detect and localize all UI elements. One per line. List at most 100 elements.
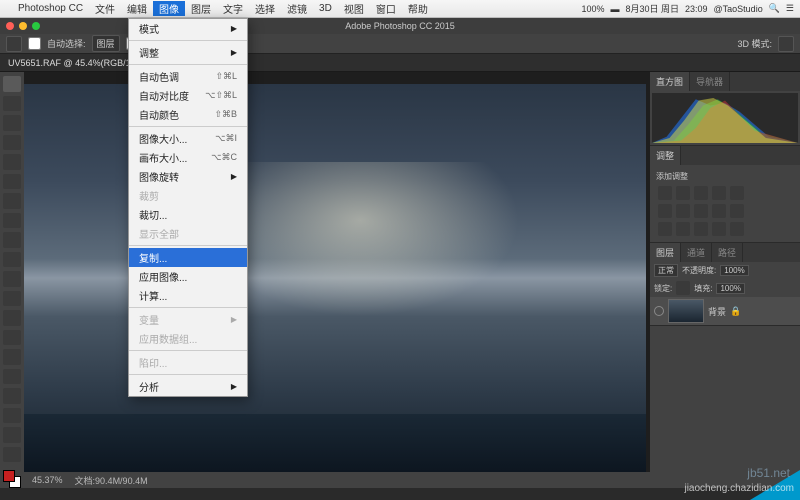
maximize-icon[interactable]	[32, 22, 40, 30]
adj-bw-icon[interactable]	[676, 204, 690, 218]
tab-histogram[interactable]: 直方图	[650, 72, 690, 91]
adj-brightness-icon[interactable]	[658, 186, 672, 200]
menu-item-自动对比度[interactable]: 自动对比度⌥⇧⌘L	[129, 86, 247, 105]
adj-lookup-icon[interactable]	[730, 204, 744, 218]
menu-filter[interactable]: 滤镜	[281, 1, 313, 16]
document-canvas[interactable]	[24, 84, 646, 472]
menu-item-模式[interactable]: 模式▶	[129, 19, 247, 38]
lasso-tool[interactable]	[3, 115, 21, 131]
menu-item-复制...[interactable]: 复制...	[129, 248, 247, 267]
menu-item-应用图像...[interactable]: 应用图像...	[129, 267, 247, 286]
auto-select-label: 自动选择:	[47, 37, 86, 50]
visibility-icon[interactable]	[654, 306, 664, 316]
lock-pixels-icon[interactable]	[676, 281, 690, 295]
menu-image[interactable]: 图像	[153, 1, 185, 16]
tab-paths[interactable]: 路径	[712, 243, 743, 262]
adj-invert-icon[interactable]	[658, 222, 672, 236]
main-area: 45.37% 文档:90.4M/90.4M 直方图 导航器 调整 添加调整	[0, 72, 800, 488]
layer-name[interactable]: 背景	[708, 305, 726, 318]
spotlight-icon[interactable]: 🔍	[769, 3, 780, 14]
menu-select[interactable]: 选择	[249, 1, 281, 16]
tab-navigator[interactable]: 导航器	[690, 72, 730, 91]
app-name[interactable]: Photoshop CC	[12, 3, 89, 14]
tab-layers[interactable]: 图层	[650, 243, 681, 262]
adj-hue-icon[interactable]	[658, 204, 672, 218]
zoom-tool[interactable]	[3, 447, 21, 463]
battery-icon: ▬	[610, 4, 619, 14]
pen-tool[interactable]	[3, 349, 21, 365]
marquee-tool[interactable]	[3, 96, 21, 112]
menu-3d[interactable]: 3D	[313, 3, 338, 14]
menu-item-计算...[interactable]: 计算...	[129, 286, 247, 305]
stamp-tool[interactable]	[3, 232, 21, 248]
menu-layer[interactable]: 图层	[185, 1, 217, 16]
auto-select-dropdown[interactable]: 图层	[92, 35, 120, 52]
menu-item-调整[interactable]: 调整▶	[129, 43, 247, 62]
wand-tool[interactable]	[3, 135, 21, 151]
menu-view[interactable]: 视图	[338, 1, 370, 16]
filesize-value: 90.4M/90.4M	[95, 476, 148, 486]
auto-select-checkbox[interactable]	[28, 37, 41, 50]
adj-photo-filter-icon[interactable]	[694, 204, 708, 218]
healing-tool[interactable]	[3, 193, 21, 209]
histogram-panel: 直方图 导航器	[650, 72, 800, 146]
menu-item-图像旋转[interactable]: 图像旋转▶	[129, 167, 247, 186]
layers-panel: 图层 通道 路径 正常 不透明度: 100% 锁定: 填充: 100% 背景 🔒	[650, 243, 800, 326]
blur-tool[interactable]	[3, 310, 21, 326]
menu-item-图像大小...[interactable]: 图像大小...⌥⌘I	[129, 129, 247, 148]
brush-tool[interactable]	[3, 213, 21, 229]
tab-adjustments[interactable]: 调整	[650, 146, 681, 165]
path-tool[interactable]	[3, 388, 21, 404]
history-brush-tool[interactable]	[3, 252, 21, 268]
home-icon[interactable]	[6, 36, 22, 52]
lock-label: 锁定:	[654, 283, 672, 294]
menu-edit[interactable]: 编辑	[121, 1, 153, 16]
menu-item-显示全部: 显示全部	[129, 224, 247, 243]
adj-vibrance-icon[interactable]	[730, 186, 744, 200]
filesize-label: 文档:	[75, 476, 96, 486]
menu-item-裁切...[interactable]: 裁切...	[129, 205, 247, 224]
adj-threshold-icon[interactable]	[694, 222, 708, 236]
blend-mode-dropdown[interactable]: 正常	[654, 264, 678, 277]
tab-channels[interactable]: 通道	[681, 243, 712, 262]
menu-file[interactable]: 文件	[89, 1, 121, 16]
move-tool[interactable]	[3, 76, 21, 92]
layer-row[interactable]: 背景 🔒	[650, 297, 800, 325]
eyedropper-tool[interactable]	[3, 174, 21, 190]
document-tab[interactable]: UV5651.RAF @ 45.4%(RGB/16*)	[0, 54, 800, 72]
shape-tool[interactable]	[3, 408, 21, 424]
status-bar: 45.37% 文档:90.4M/90.4M	[24, 472, 650, 488]
adj-poster-icon[interactable]	[676, 222, 690, 236]
menu-help[interactable]: 帮助	[402, 1, 434, 16]
adj-selective-icon[interactable]	[730, 222, 744, 236]
dodge-tool[interactable]	[3, 330, 21, 346]
menu-item-自动色调[interactable]: 自动色调⇧⌘L	[129, 67, 247, 86]
layer-thumbnail[interactable]	[668, 299, 704, 323]
hand-tool[interactable]	[3, 427, 21, 443]
color-swatch[interactable]	[3, 470, 21, 488]
minimize-icon[interactable]	[19, 22, 27, 30]
opacity-input[interactable]: 100%	[720, 265, 748, 276]
gradient-tool[interactable]	[3, 291, 21, 307]
watermark-url2: jiaocheng.chazidian.com	[684, 483, 794, 494]
adj-exposure-icon[interactable]	[712, 186, 726, 200]
eraser-tool[interactable]	[3, 271, 21, 287]
adj-curves-icon[interactable]	[694, 186, 708, 200]
menu-type[interactable]: 文字	[217, 1, 249, 16]
mode3d-icon[interactable]	[778, 36, 794, 52]
menu-item-分析[interactable]: 分析▶	[129, 377, 247, 396]
adj-levels-icon[interactable]	[676, 186, 690, 200]
crop-tool[interactable]	[3, 154, 21, 170]
document-tab-label: UV5651.RAF @ 45.4%(RGB/16*)	[8, 58, 142, 68]
options-bar: 自动选择: 图层 显示变 3D 模式:	[0, 34, 800, 54]
adj-gradient-icon[interactable]	[712, 222, 726, 236]
menu-icon[interactable]: ☰	[786, 3, 794, 14]
type-tool[interactable]	[3, 369, 21, 385]
menu-item-画布大小...[interactable]: 画布大小...⌥⌘C	[129, 148, 247, 167]
menu-item-自动颜色[interactable]: 自动颜色⇧⌘B	[129, 105, 247, 124]
zoom-value[interactable]: 45.37%	[32, 475, 63, 485]
close-icon[interactable]	[6, 22, 14, 30]
adj-mixer-icon[interactable]	[712, 204, 726, 218]
menu-window[interactable]: 窗口	[370, 1, 402, 16]
fill-input[interactable]: 100%	[716, 283, 744, 294]
